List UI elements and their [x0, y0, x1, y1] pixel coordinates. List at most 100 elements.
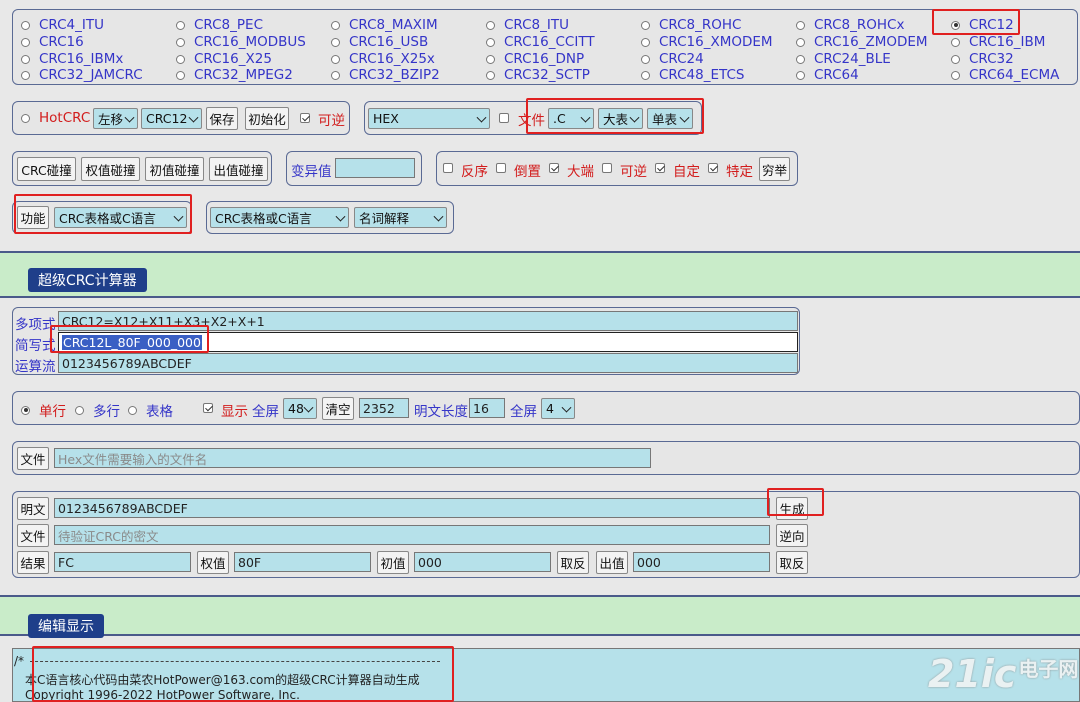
shift-select[interactable]: 左移 [93, 108, 138, 129]
reversible-checkbox[interactable] [300, 113, 310, 123]
radio-dot[interactable] [21, 54, 30, 64]
out-value-button[interactable]: 出值 [596, 551, 628, 574]
fullscreen2-select[interactable]: 4 [541, 398, 575, 419]
radio-dot[interactable] [486, 37, 495, 47]
table-dot[interactable] [128, 405, 137, 415]
radio-dot[interactable] [21, 20, 30, 30]
radio-dot[interactable] [641, 37, 650, 47]
radio-dot[interactable] [176, 37, 185, 47]
crc-radio-crc8-maxim[interactable]: CRC8_MAXIM [331, 17, 438, 33]
crc-radio-crc16-ccitt[interactable]: CRC16_CCITT [486, 34, 595, 50]
radio-dot[interactable] [176, 54, 185, 64]
radio-dot[interactable] [21, 70, 30, 80]
crc-radio-crc8-pec[interactable]: CRC8_PEC [176, 17, 263, 33]
crc-radio-crc32-sctp[interactable]: CRC32_SCTP [486, 67, 590, 83]
crc-radio-crc24-ble[interactable]: CRC24_BLE [796, 51, 891, 67]
out-value-input[interactable]: 000 [633, 552, 770, 572]
count-input[interactable]: 2352 [359, 398, 409, 418]
file-checkbox[interactable] [499, 113, 509, 123]
radio-dot[interactable] [331, 54, 340, 64]
radio-dot[interactable] [21, 37, 30, 47]
crc-radio-crc24[interactable]: CRC24 [641, 51, 704, 67]
option-checkbox-0[interactable] [443, 163, 453, 173]
plain-text-button[interactable]: 明文 [17, 497, 49, 520]
negate-out-button[interactable]: 取反 [776, 551, 808, 574]
option-checkbox-1[interactable] [496, 163, 506, 173]
save-button[interactable]: 保存 [206, 107, 238, 130]
weight-input[interactable]: 80F [234, 552, 371, 572]
fullscreen1-select[interactable]: 48 [283, 398, 317, 419]
crc-radio-crc4-itu[interactable]: CRC4_ITU [21, 17, 104, 33]
crc-radio-crc8-itu[interactable]: CRC8_ITU [486, 17, 569, 33]
file-name-input[interactable]: Hex文件需要输入的文件名 [54, 448, 651, 468]
crc-radio-crc16-xmodem[interactable]: CRC16_XMODEM [641, 34, 773, 50]
radio-dot[interactable] [951, 37, 960, 47]
crc-radio-crc48-etcs[interactable]: CRC48_ETCS [641, 67, 744, 83]
enumerate-button[interactable]: 穷举 [759, 157, 790, 181]
negate-init-button[interactable]: 取反 [557, 551, 589, 574]
option-checkbox-3[interactable] [602, 163, 612, 173]
option-checkbox-5[interactable] [708, 163, 718, 173]
plain-length-input[interactable]: 16 [469, 398, 505, 418]
multi-line-radio[interactable]: 多行 [75, 400, 120, 420]
crc-radio-crc16-modbus[interactable]: CRC16_MODBUS [176, 34, 306, 50]
init-value-input[interactable]: 000 [414, 552, 551, 572]
option-checkbox-4[interactable] [655, 163, 665, 173]
radio-dot[interactable] [176, 70, 185, 80]
radio-dot[interactable] [486, 54, 495, 64]
radio-dot[interactable] [951, 70, 960, 80]
radio-dot[interactable] [486, 70, 495, 80]
radio-dot[interactable] [331, 70, 340, 80]
radio-dot[interactable] [331, 37, 340, 47]
single-line-radio[interactable]: 单行 [21, 400, 66, 420]
single-line-dot[interactable] [21, 405, 30, 415]
variant-input[interactable] [335, 158, 415, 178]
crc-radio-crc8-rohcx[interactable]: CRC8_ROHCx [796, 17, 904, 33]
crc-radio-crc64[interactable]: CRC64 [796, 67, 859, 83]
cipher-file-button[interactable]: 文件 [17, 524, 49, 547]
radio-dot[interactable] [796, 70, 805, 80]
weight-collision-button[interactable]: 权值碰撞 [81, 157, 140, 181]
radio-dot[interactable] [951, 54, 960, 64]
crc-radio-crc64-ecma[interactable]: CRC64_ECMA [951, 67, 1059, 83]
crc-radio-crc16-ibm[interactable]: CRC16_IBM [951, 34, 1045, 50]
crc-radio-crc16-x25x[interactable]: CRC16_X25x [331, 51, 435, 67]
radio-dot[interactable] [641, 70, 650, 80]
show-checkbox[interactable] [203, 403, 213, 413]
crc-radio-crc16-usb[interactable]: CRC16_USB [331, 34, 428, 50]
reverse-button[interactable]: 逆向 [776, 524, 808, 547]
init-button[interactable]: 初始化 [245, 107, 289, 130]
crc-radio-crc16-zmodem[interactable]: CRC16_ZMODEM [796, 34, 928, 50]
crc-collision-button[interactable]: CRC碰撞 [17, 157, 76, 181]
radio-dot[interactable] [796, 54, 805, 64]
plain-text-input[interactable]: 0123456789ABCDEF [54, 498, 770, 518]
result-button[interactable]: 结果 [17, 551, 49, 574]
glossary-select[interactable]: 名词解释 [354, 207, 447, 228]
radio-dot[interactable] [641, 54, 650, 64]
init-value-button[interactable]: 初值 [377, 551, 409, 574]
option-checkbox-2[interactable] [549, 163, 559, 173]
cipher-input[interactable]: 待验证CRC的密文 [54, 525, 770, 545]
crc-radio-crc32-bzip2[interactable]: CRC32_BZIP2 [331, 67, 440, 83]
crc-radio-crc16[interactable]: CRC16 [21, 34, 84, 50]
hotcrc-radio-dot[interactable] [21, 113, 30, 123]
radio-dot[interactable] [796, 20, 805, 30]
crc-radio-crc16-x25[interactable]: CRC16_X25 [176, 51, 272, 67]
file-button[interactable]: 文件 [17, 447, 49, 470]
multi-line-dot[interactable] [75, 405, 84, 415]
crc-radio-crc32-jamcrc[interactable]: CRC32_JAMCRC [21, 67, 143, 83]
hotcrc-radio[interactable]: HotCRC [21, 110, 90, 126]
stream-input[interactable]: 0123456789ABCDEF [58, 353, 798, 373]
crc-radio-crc8-rohc[interactable]: CRC8_ROHC [641, 17, 741, 33]
out-collision-button[interactable]: 出值碰撞 [209, 157, 268, 181]
table-radio[interactable]: 表格 [128, 400, 173, 420]
radio-dot[interactable] [176, 20, 185, 30]
radio-dot[interactable] [486, 20, 495, 30]
weight-button[interactable]: 权值 [197, 551, 229, 574]
crc-radio-crc32[interactable]: CRC32 [951, 51, 1014, 67]
radio-dot[interactable] [331, 20, 340, 30]
format-select[interactable]: HEX [368, 108, 490, 129]
result-input[interactable]: FC [54, 552, 191, 572]
crc-radio-crc16-ibmx[interactable]: CRC16_IBMx [21, 51, 123, 67]
crc-radio-crc16-dnp[interactable]: CRC16_DNP [486, 51, 584, 67]
